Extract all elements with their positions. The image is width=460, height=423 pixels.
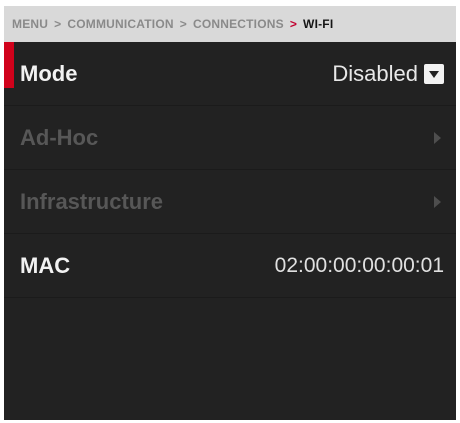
adhoc-label: Ad-Hoc bbox=[20, 124, 99, 150]
chevron-right-icon bbox=[430, 194, 444, 210]
breadcrumb-item-menu[interactable]: MENU bbox=[12, 17, 48, 31]
mode-label: Mode bbox=[20, 60, 78, 86]
breadcrumb-separator: > bbox=[54, 17, 62, 31]
mode-dropdown[interactable]: Disabled bbox=[332, 61, 444, 87]
infrastructure-row[interactable]: Infrastructure bbox=[4, 170, 456, 234]
breadcrumb-current-wifi: WI-FI bbox=[303, 17, 334, 31]
mac-row: MAC 02:00:00:00:00:01 bbox=[4, 234, 456, 298]
breadcrumb-separator: > bbox=[179, 17, 187, 31]
infrastructure-label: Infrastructure bbox=[20, 188, 164, 214]
mode-row[interactable]: Mode Disabled bbox=[4, 42, 456, 106]
breadcrumb-item-communication[interactable]: COMMUNICATION bbox=[67, 17, 173, 31]
chevron-right-icon bbox=[430, 130, 444, 146]
breadcrumb-item-connections[interactable]: CONNECTIONS bbox=[193, 17, 284, 31]
breadcrumb-separator: > bbox=[289, 17, 298, 31]
mac-label: MAC bbox=[20, 252, 71, 278]
breadcrumb: MENU > COMMUNICATION > CONNECTIONS > WI-… bbox=[4, 6, 456, 42]
mode-value: Disabled bbox=[332, 60, 418, 86]
wifi-settings-screen: MENU > COMMUNICATION > CONNECTIONS > WI-… bbox=[4, 6, 456, 420]
adhoc-row[interactable]: Ad-Hoc bbox=[4, 106, 456, 170]
dropdown-arrow-icon[interactable] bbox=[424, 63, 444, 84]
mac-address-value: 02:00:00:00:00:01 bbox=[274, 253, 444, 277]
